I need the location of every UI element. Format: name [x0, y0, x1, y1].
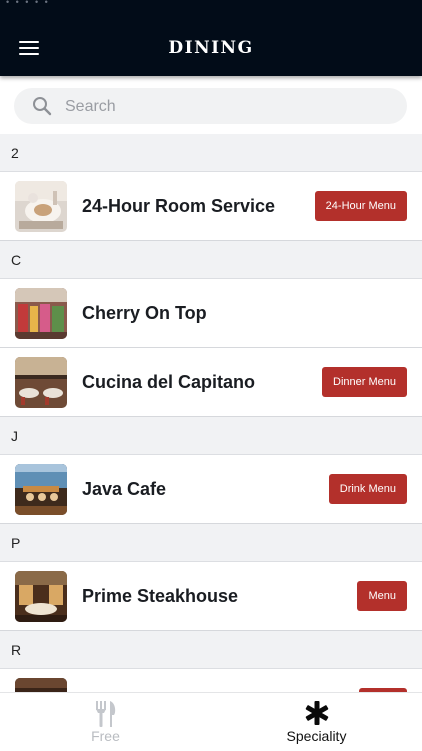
tab-label-free: Free	[91, 728, 120, 744]
list-item-cherry-on-top[interactable]: Cherry On Top	[0, 279, 422, 348]
restaurant-list[interactable]: 2 24-Hour Room Service 24-Hour Menu C Ch…	[0, 134, 422, 692]
prime-steakhouse-thumbnail	[15, 571, 67, 622]
list-item-cucina-del-capitano[interactable]: Cucina del Capitano Dinner Menu	[0, 348, 422, 417]
list-item-room-service[interactable]: 24-Hour Room Service 24-Hour Menu	[0, 172, 422, 241]
cucina-del-capitano-thumbnail	[15, 357, 67, 408]
list-item-java-cafe[interactable]: Java Cafe Drink Menu	[0, 455, 422, 524]
drink-menu-button[interactable]: Drink Menu	[328, 474, 407, 504]
menu-button[interactable]: Menu	[357, 581, 407, 611]
room-service-thumbnail	[15, 181, 67, 232]
section-header-2: 2	[0, 134, 422, 172]
section-header-p: P	[0, 524, 422, 562]
restaurant-name: Cherry On Top	[82, 303, 207, 323]
partial-thumbnail	[15, 678, 67, 692]
dinner-menu-button[interactable]: Dinner Menu	[322, 367, 407, 397]
search-input[interactable]	[63, 95, 387, 119]
section-header-j: J	[0, 417, 422, 455]
section-header-r: R	[0, 631, 422, 669]
fork-knife-icon	[95, 701, 115, 727]
section-header-c: C	[0, 241, 422, 279]
search-box[interactable]	[14, 88, 407, 124]
restaurant-name: Prime Steakhouse	[82, 586, 239, 606]
status-bar-dots: • • • • •	[6, 0, 50, 7]
list-item-prime-steakhouse[interactable]: Prime Steakhouse Menu	[0, 562, 422, 631]
restaurant-name: Java Cafe	[82, 479, 167, 499]
bottom-tab-bar: Free Speciality	[0, 692, 422, 751]
list-item-partial[interactable]	[0, 669, 422, 692]
tab-free[interactable]: Free	[0, 693, 211, 751]
restaurant-name: 24-Hour Room Service	[82, 196, 276, 216]
tab-speciality[interactable]: Speciality	[211, 693, 422, 751]
page-title: DINING	[168, 38, 254, 58]
search-icon	[33, 97, 52, 116]
search-bar-container	[0, 78, 422, 134]
java-cafe-thumbnail	[15, 464, 67, 515]
tab-label-speciality: Speciality	[286, 728, 347, 744]
restaurant-name: Cucina del Capitano	[82, 372, 256, 392]
cherry-on-top-thumbnail	[15, 288, 67, 339]
menu-button-24-hour[interactable]: 24-Hour Menu	[314, 191, 407, 221]
asterisk-icon	[305, 701, 328, 725]
app-header: • • • • • DINING	[0, 0, 422, 76]
